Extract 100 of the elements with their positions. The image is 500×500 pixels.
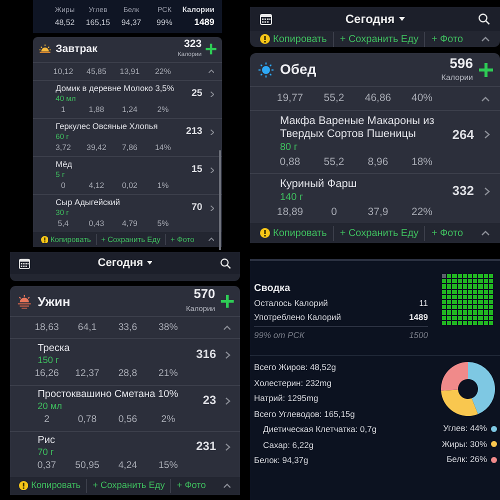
plus-icon[interactable] xyxy=(478,62,494,78)
value-cell-text: 0,78 xyxy=(76,414,98,427)
goal-value: 1500 xyxy=(409,329,428,342)
food-calories: 332 xyxy=(452,182,474,200)
meal-title: Завтрак xyxy=(56,42,98,57)
food-amount: 5 г xyxy=(56,170,66,180)
nutrient-line: Всего Жиров: 48,52g xyxy=(254,361,337,374)
legend-label: Белк: 26% xyxy=(446,453,487,466)
value-cell-text: 55,2 xyxy=(322,90,346,106)
save-food-button[interactable]: + Сохранить Еду xyxy=(332,226,418,240)
photo-button[interactable]: + Фото xyxy=(424,32,464,46)
chevron-right-icon[interactable] xyxy=(210,204,214,212)
value-cell-text: 33,6 xyxy=(117,320,138,335)
food-row[interactable]: Простоквашино Сметана 10% 20 мл 23 2 0,78 0,56 2% xyxy=(10,384,240,431)
nutrient-line: Натрий: 1295mg xyxy=(254,392,320,405)
chevron-up-icon[interactable] xyxy=(481,36,490,42)
food-name: Сыр Адыгейский xyxy=(56,198,122,208)
summary-value: 1489 xyxy=(409,311,428,324)
save-food-button[interactable]: + Сохранить Еду xyxy=(86,478,165,493)
value-cell-text: 21% xyxy=(158,368,179,381)
alert-icon xyxy=(260,228,270,238)
value-cell-text: 4,24 xyxy=(117,460,138,473)
value-cell-text: 18% xyxy=(410,155,434,169)
photo-button[interactable]: + Фото xyxy=(164,234,194,246)
search-icon[interactable] xyxy=(220,258,231,269)
value-cell-text: 55,2 xyxy=(322,155,346,169)
photo-button[interactable]: + Фото xyxy=(170,478,206,493)
value-cell-text: 19,77 xyxy=(276,90,304,106)
food-calories: 23 xyxy=(202,392,216,410)
value-cell-text: 37,9 xyxy=(366,205,390,219)
value-cell-text: 40% xyxy=(410,90,434,106)
meal-calories: 323 xyxy=(184,38,202,50)
food-amount: 60 г xyxy=(56,132,70,142)
copy-button[interactable]: Копировать xyxy=(260,226,327,240)
save-food-button[interactable]: + Сохранить Еду xyxy=(332,32,418,46)
food-calories: 25 xyxy=(191,86,202,101)
calendar-icon[interactable] xyxy=(19,258,30,269)
calorie-grid xyxy=(442,274,493,325)
food-calories: 264 xyxy=(452,126,474,144)
summary-label: Употреблено Калорий xyxy=(254,311,342,324)
value-cell-text: 18,89 xyxy=(276,205,304,219)
food-calories: 231 xyxy=(196,438,216,456)
food-name: Рис xyxy=(38,435,56,448)
collapse-icon[interactable] xyxy=(208,69,214,74)
chevron-right-icon[interactable] xyxy=(484,130,490,139)
save-food-button[interactable]: + Сохранить Еду xyxy=(96,234,160,246)
copy-button[interactable]: Копировать xyxy=(260,32,327,46)
value-cell-text: 0 xyxy=(330,205,338,219)
date-dropdown[interactable]: Сегодня xyxy=(345,10,405,28)
summary-label: Осталось Калорий xyxy=(254,297,328,310)
value-cell-text: 8,96 xyxy=(366,155,390,169)
plus-icon[interactable] xyxy=(220,294,234,309)
food-amount: 140 г xyxy=(280,191,304,204)
value-cell-text: 38% xyxy=(158,320,179,335)
food-name: Треска xyxy=(38,343,71,356)
collapse-icon[interactable] xyxy=(481,96,490,102)
chevron-right-icon[interactable] xyxy=(210,90,214,98)
alert-icon xyxy=(40,236,48,244)
food-name: Куриный Фарш xyxy=(280,178,358,191)
chevron-right-icon[interactable] xyxy=(210,166,214,174)
summary-value: 11 xyxy=(419,297,428,310)
column-label: Калории xyxy=(182,4,214,16)
copy-button[interactable]: Копировать xyxy=(19,478,81,493)
copy-button[interactable]: Копировать xyxy=(40,234,91,246)
chevron-right-icon[interactable] xyxy=(210,128,214,136)
date-dropdown[interactable]: Сегодня xyxy=(98,254,152,272)
chevron-right-icon[interactable] xyxy=(484,186,490,196)
plus-icon[interactable] xyxy=(205,43,218,56)
legend-label: Жиры: 30% xyxy=(442,438,487,451)
chevron-right-icon[interactable] xyxy=(225,396,231,406)
food-amount: 150 г xyxy=(38,355,60,368)
scrollbar[interactable] xyxy=(218,150,222,250)
food-row[interactable]: Макфа Вареные Макароны из Твердых Сортов Пшеницы 80 г 264 0,88 55,2 8,96 18% xyxy=(250,110,500,173)
sunset-icon xyxy=(17,294,32,309)
search-icon[interactable] xyxy=(478,13,490,25)
value-cell-text: 64,1 xyxy=(76,320,98,335)
legend-label: Углев: 44% xyxy=(443,422,487,435)
photo-button[interactable]: + Фото xyxy=(424,226,464,240)
food-row[interactable]: Треска 150 г 316 16,26 12,37 28,8 21% xyxy=(10,338,240,384)
chevron-right-icon[interactable] xyxy=(225,443,231,452)
calendar-icon[interactable] xyxy=(260,13,272,25)
value-cell-text: 18,63 xyxy=(34,320,60,335)
food-amount: 20 мл xyxy=(38,401,64,414)
food-amount: 40 мл xyxy=(56,94,77,104)
food-calories: 15 xyxy=(191,162,202,177)
meal-title: Обед xyxy=(280,60,318,79)
chevron-up-icon[interactable] xyxy=(222,483,231,489)
value-cell-text: 16,26 xyxy=(34,368,60,381)
food-amount: 70 г xyxy=(38,447,55,460)
food-name: Домик в деревне Молоко 3,5% xyxy=(56,84,176,94)
chevron-up-icon[interactable] xyxy=(481,230,490,236)
value-cell-text: 15% xyxy=(158,460,179,473)
food-calories: 70 xyxy=(191,200,202,215)
nutrient-line: Холестерин: 232mg xyxy=(254,376,332,390)
chevron-up-icon[interactable] xyxy=(208,237,214,242)
value-cell-text: 28,8 xyxy=(117,368,138,381)
collapse-icon[interactable] xyxy=(222,325,231,331)
food-amount: 80 г xyxy=(280,141,299,154)
chevron-right-icon[interactable] xyxy=(225,350,231,360)
value-cell-text: 2 xyxy=(43,414,50,427)
